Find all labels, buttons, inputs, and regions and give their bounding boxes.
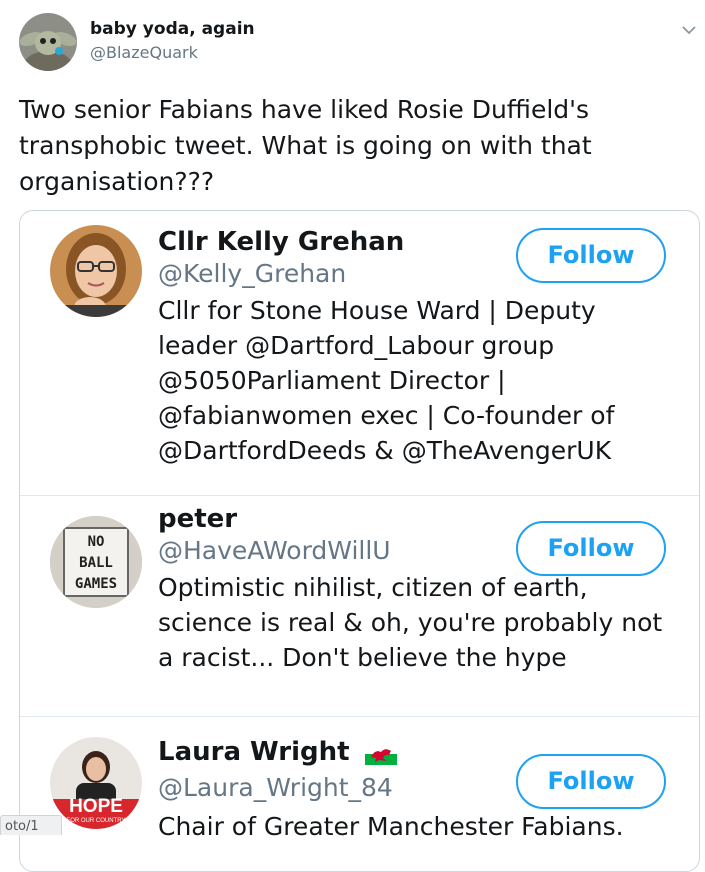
author-display-name[interactable]: baby yoda, again [90, 19, 255, 39]
author-handle[interactable]: @BlazeQuark [90, 43, 198, 62]
wales-flag-icon [364, 742, 397, 765]
user-bio: Cllr for Stone House Ward | Deputy leade… [158, 296, 615, 465]
user-name-text: Laura Wright [158, 737, 350, 767]
user-avatar[interactable]: HOPE FOR OUR COUNTRY [50, 737, 142, 829]
user-handle[interactable]: @Laura_Wright_84 [158, 773, 393, 802]
user-bio: Chair of Greater Manchester Fabians. [158, 812, 624, 841]
user-row[interactable]: NO BALL GAMES peter @HaveAWordWillU Foll… [20, 496, 699, 717]
user-handle[interactable]: @Kelly_Grehan [158, 259, 346, 288]
baby-yoda-avatar-image [19, 13, 77, 71]
user-name[interactable]: Laura Wright [158, 737, 397, 767]
user-bio: Optimistic nihilist, citizen of earth, s… [158, 573, 663, 672]
liked-by-users-card: Cllr Kelly Grehan @Kelly_Grehan Follow C… [19, 210, 700, 872]
chevron-down-icon[interactable] [679, 20, 699, 40]
user-row[interactable]: Cllr Kelly Grehan @Kelly_Grehan Follow C… [20, 211, 699, 496]
user-handle[interactable]: @HaveAWordWillU [158, 536, 391, 565]
user-name[interactable]: peter [158, 504, 237, 534]
follow-button[interactable]: Follow [516, 521, 666, 576]
tweet-text: Two senior Fabians have liked Rosie Duff… [19, 95, 592, 196]
sign-text-line: BALL [79, 555, 113, 571]
author-avatar[interactable] [19, 13, 77, 71]
hope-sign-text: HOPE [69, 796, 123, 817]
sign-text-line: GAMES [74, 576, 118, 592]
follow-button[interactable]: Follow [516, 754, 666, 809]
user-avatar[interactable]: NO BALL GAMES [50, 516, 142, 608]
follow-button[interactable]: Follow [516, 228, 666, 283]
overlay-tab[interactable]: oto/1 [0, 815, 62, 835]
kelly-avatar-image [50, 225, 142, 317]
user-avatar[interactable] [50, 225, 142, 317]
hope-sign-subtext: FOR OUR COUNTRY [66, 818, 126, 824]
user-row[interactable]: HOPE FOR OUR COUNTRY Laura Wright @Laura… [20, 717, 699, 871]
user-name[interactable]: Cllr Kelly Grehan [158, 227, 404, 257]
sign-text-line: NO [87, 534, 105, 550]
